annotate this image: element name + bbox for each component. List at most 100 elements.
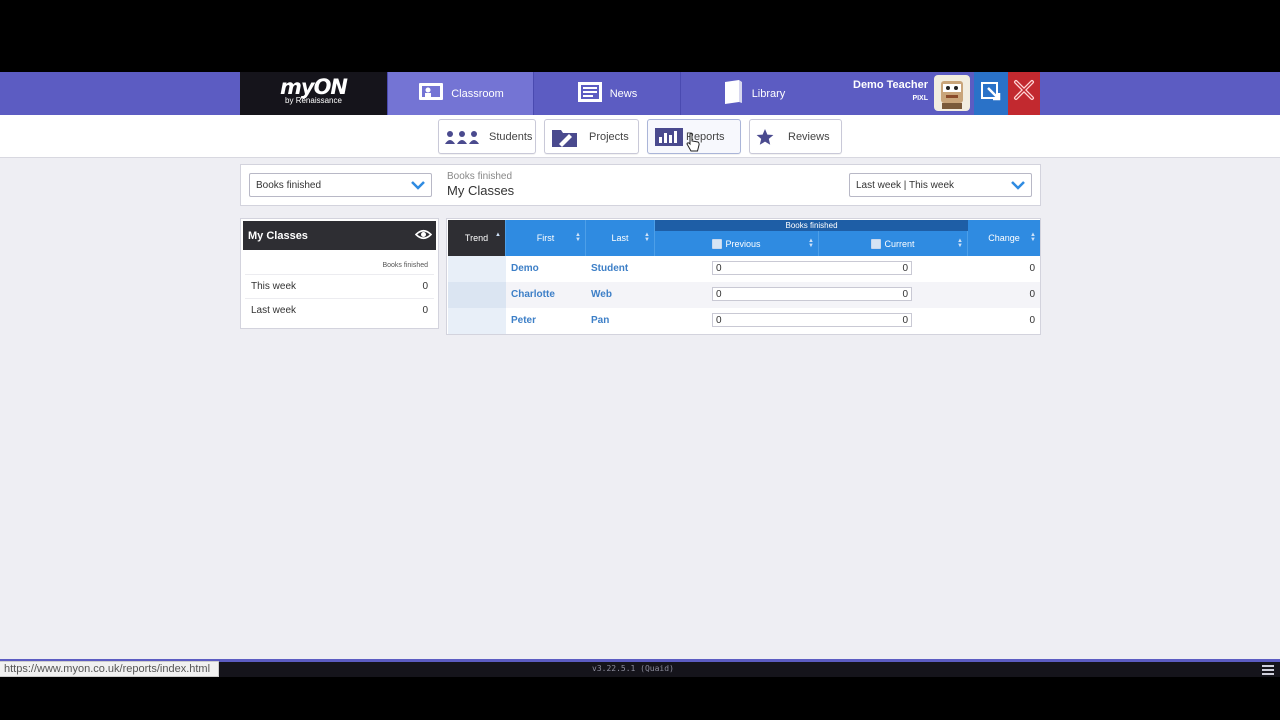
report-title: Books finished My Classes [447,171,514,198]
library-icon [722,79,746,108]
myon-app: myON by Renaissance Classroom News Libra… [0,72,1280,677]
trend-cell [448,256,506,282]
subtab-label: Projects [589,130,629,143]
column-header-label: Change [988,233,1020,243]
panel-row-value: 0 [422,305,428,316]
subtab-label: Reviews [788,130,830,143]
reports-icon [654,127,684,147]
nav-tab-label: Library [751,87,786,100]
hamburger-menu-icon[interactable] [1262,665,1274,677]
metric-select-value: Books finished [256,180,322,191]
previous-checkbox[interactable] [712,238,723,249]
panel-column-header: Books finished [382,262,428,269]
current-value: 0 [902,289,908,300]
column-header-first[interactable]: First ▲ ▼ [506,220,586,256]
subtab-label: Students [489,130,533,143]
panel-row: This week 0 [251,281,428,295]
current-checkbox[interactable] [871,238,882,249]
comparison-bar: 0 0 [712,313,912,327]
comparison-bar: 0 0 [712,287,912,301]
export-icon [979,79,1003,108]
previous-value: 0 [716,289,722,300]
student-first-name[interactable]: Peter [511,315,536,326]
column-group-books-finished: Books finished [655,220,968,231]
period-select[interactable]: Last week | This week [849,173,1032,197]
nav-tab-label: Classroom [451,87,504,100]
table-row: Charlotte Web 0 0 0 [448,282,1040,308]
top-nav-bar: myON by Renaissance Classroom News Libra… [0,72,1280,115]
user-name: Demo Teacher [853,79,928,91]
nav-tab-classroom[interactable]: Classroom [387,72,533,115]
student-first-name[interactable]: Demo [511,263,539,274]
current-value: 0 [902,263,908,274]
report-title-scope: My Classes [447,183,515,198]
subtab-reviews[interactable]: Reviews [749,119,842,154]
panel-title: My Classes [248,230,308,242]
column-header-trend[interactable]: Trend ▲ [448,220,506,256]
column-header-label: Trend [464,233,489,243]
switch-user-button[interactable] [974,72,1008,115]
change-value: 0 [1029,263,1035,274]
nav-tab-news[interactable]: News [533,72,679,115]
trend-cell [448,308,506,334]
user-info[interactable]: Demo Teacher PIXL [828,72,932,115]
close-icon [1013,79,1035,108]
panel-header: My Classes [243,221,436,250]
chevron-down-icon [1011,178,1025,192]
nav-tab-library[interactable]: Library [680,72,826,115]
subtab-students[interactable]: Students [438,119,536,154]
report-title-metric: Books finished [447,171,513,182]
comparison-bar: 0 0 [712,261,912,275]
column-header-previous[interactable]: Previous ▲ ▼ [655,231,819,256]
report-table: Trend ▲ First ▲ ▼ Last ▲ ▼ Books finished … [446,218,1041,335]
student-first-name[interactable]: Charlotte [511,289,555,300]
myon-logo[interactable]: myON by Renaissance [240,72,387,115]
divider [245,298,434,299]
panel-row: Last week 0 [251,305,428,319]
metric-select[interactable]: Books finished [249,173,432,197]
logo-subtitle: by Renaissance [285,96,342,105]
eye-icon[interactable] [414,229,433,243]
projects-icon [551,126,579,148]
column-header-label: Current [884,238,915,249]
sort-icon: ▲ ▼ [1030,232,1036,243]
divider [245,274,434,275]
previous-value: 0 [716,315,722,326]
current-value: 0 [902,315,908,326]
sort-icon: ▲ ▼ [575,232,581,243]
subtab-projects[interactable]: Projects [544,119,639,154]
classroom-icon [417,81,445,106]
avatar[interactable] [934,75,970,111]
trend-cell [448,282,506,308]
change-value: 0 [1029,289,1035,300]
previous-value: 0 [716,263,722,274]
table-row: Peter Pan 0 0 0 [448,308,1040,334]
version-label: v3.22.5.1 (Quaid) [592,664,674,673]
panel-row-value: 0 [422,281,428,292]
column-header-last[interactable]: Last ▲ ▼ [586,220,655,256]
sort-icon: ▲ ▼ [644,232,650,243]
logout-button[interactable] [1008,72,1040,115]
student-last-name[interactable]: Student [591,263,628,274]
sort-icon: ▲ ▼ [808,238,814,249]
students-icon [445,130,479,144]
classroom-subnav: Students Projects Reports Reviews [0,115,1280,158]
chevron-down-icon [411,178,425,192]
status-bar-url: https://www.myon.co.uk/reports/index.htm… [0,661,220,677]
mouse-cursor-icon [686,133,700,153]
panel-row-label: Last week [251,305,297,316]
sort-icon: ▲ [495,232,501,238]
news-icon [576,81,604,106]
my-classes-panel: My Classes Books finished This week 0 La… [240,218,439,329]
column-header-change[interactable]: Change ▲ ▼ [968,220,1040,256]
change-value: 0 [1029,315,1035,326]
column-header-label: First [536,233,555,243]
user-school: PIXL [912,95,928,102]
report-filter-bar: Books finished Books finished My Classes… [240,164,1041,206]
table-row: Demo Student 0 0 0 [448,256,1040,282]
column-header-current[interactable]: Current ▲ ▼ [819,231,968,256]
student-last-name[interactable]: Pan [591,315,609,326]
period-select-value: Last week | This week [856,180,955,191]
student-last-name[interactable]: Web [591,289,612,300]
nav-tab-label: News [609,87,638,100]
